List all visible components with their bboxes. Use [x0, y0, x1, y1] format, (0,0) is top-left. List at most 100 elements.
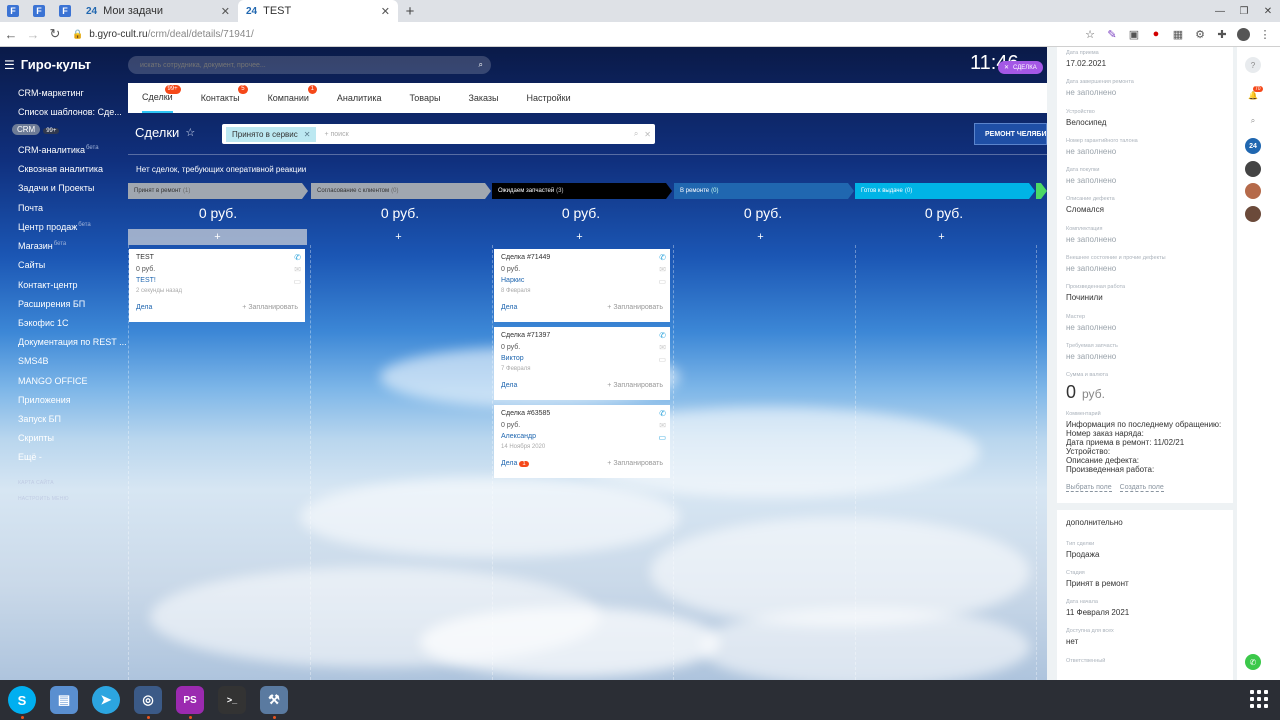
- filter-tag[interactable]: Принято в сервис ✕: [226, 126, 317, 142]
- phone-icon[interactable]: ✆: [1245, 654, 1261, 670]
- field[interactable]: Дата завершения ремонта не заполнено: [1066, 79, 1134, 97]
- plan-link[interactable]: + Запланировать: [607, 382, 663, 389]
- pinned-tab[interactable]: F: [26, 0, 52, 22]
- clear-icon[interactable]: ✕: [644, 130, 651, 139]
- deal-title[interactable]: Сделка #63585: [501, 410, 663, 417]
- deal-card[interactable]: ✆ ✉ ▭ Сделка #71397 0 руб. Виктор 7 Февр…: [494, 327, 670, 400]
- deal-card[interactable]: ✆ ✉ ▭ TEST 0 руб. TEST! 2 секунды назад …: [129, 249, 305, 322]
- amount-value[interactable]: 0 руб.: [1066, 382, 1105, 403]
- add-deal-button[interactable]: +: [671, 229, 850, 245]
- menu-item[interactable]: Расширения БП: [18, 299, 85, 309]
- menu-item[interactable]: Ещё -: [18, 452, 42, 462]
- terminal-icon[interactable]: >_: [218, 686, 246, 714]
- select-field-link[interactable]: Выбрать поле: [1066, 484, 1112, 492]
- deal-title[interactable]: Сделка #71397: [501, 332, 663, 339]
- deal-chip[interactable]: ✕ СДЕЛКА: [998, 61, 1043, 74]
- phone-icon[interactable]: ✆: [659, 331, 666, 340]
- menu-item[interactable]: Запуск БП: [18, 414, 61, 424]
- tab-settings[interactable]: Настройки: [527, 83, 571, 113]
- search-input[interactable]: [140, 61, 479, 69]
- search-icon[interactable]: ⌕: [634, 129, 638, 139]
- tab-products[interactable]: Товары: [409, 83, 440, 113]
- deal-contact[interactable]: Виктор: [501, 355, 663, 362]
- menu-item[interactable]: CRM-маркетинг: [18, 88, 84, 98]
- field[interactable]: Стадия Принят в ремонт: [1066, 570, 1129, 588]
- chat-icon[interactable]: ▭: [658, 277, 666, 286]
- sitemap-link[interactable]: КАРТА САЙТА: [18, 480, 54, 486]
- menu-item[interactable]: Контакт-центр: [18, 280, 78, 290]
- menu-item[interactable]: Сайты: [18, 260, 45, 270]
- deal-card[interactable]: ✆ ✉ ▭ Сделка #71449 0 руб. Наркис 8 Февр…: [494, 249, 670, 322]
- create-field-link[interactable]: Создать поле: [1119, 484, 1164, 492]
- files-icon[interactable]: ▤: [50, 686, 78, 714]
- menu-item[interactable]: Приложения: [18, 395, 71, 405]
- adblock-icon[interactable]: ●: [1149, 27, 1163, 41]
- back-icon[interactable]: ←: [0, 27, 22, 42]
- chat-icon[interactable]: ▭: [658, 433, 666, 442]
- deal-title[interactable]: TEST: [136, 254, 298, 261]
- app-grid-icon[interactable]: [1250, 690, 1268, 708]
- screenshot-icon[interactable]: ▦: [1171, 27, 1185, 41]
- repair-category-button[interactable]: РЕМОНТ ЧЕЛЯБИНСК: [974, 123, 1047, 145]
- deal-title[interactable]: Сделка #71449: [501, 254, 663, 261]
- field[interactable]: Тип сделки Продажа: [1066, 541, 1099, 559]
- pen-extension-icon[interactable]: ✎: [1105, 27, 1119, 41]
- help-icon[interactable]: ?: [1245, 57, 1261, 73]
- extension-icon[interactable]: ▣: [1127, 27, 1141, 41]
- plan-link[interactable]: + Запланировать: [607, 460, 663, 467]
- new-tab-icon[interactable]: +: [398, 0, 422, 22]
- add-deal-button[interactable]: +: [309, 229, 488, 245]
- tab-deals[interactable]: Сделки 99+: [142, 83, 181, 113]
- add-deal-button[interactable]: +: [128, 229, 307, 245]
- remove-filter-icon[interactable]: ✕: [304, 130, 311, 139]
- add-deal-button[interactable]: +: [490, 229, 669, 245]
- star-icon[interactable]: ☆: [185, 126, 195, 139]
- chat-icon[interactable]: ▭: [658, 355, 666, 364]
- stage-header[interactable]: В ремонте (0): [674, 183, 854, 199]
- add-deal-button[interactable]: +: [852, 229, 1031, 245]
- settings-extension-icon[interactable]: ⚙: [1193, 27, 1207, 41]
- menu-item[interactable]: Скрипты: [18, 433, 54, 443]
- field[interactable]: Комплектация не заполнено: [1066, 226, 1116, 244]
- activities-link[interactable]: Дела: [136, 304, 152, 311]
- search-icon[interactable]: ⌕: [479, 60, 483, 70]
- stage-header[interactable]: Ожидаем запчастей (3): [492, 183, 672, 199]
- close-icon[interactable]: ✕: [381, 5, 390, 18]
- plan-link[interactable]: + Запланировать: [607, 304, 663, 311]
- bitrix24-icon[interactable]: 24: [1245, 138, 1261, 154]
- chat-icon[interactable]: ▭: [293, 277, 301, 286]
- menu-dots-icon[interactable]: ⋮: [1258, 27, 1272, 41]
- avatar[interactable]: [1245, 183, 1261, 199]
- menu-item[interactable]: Задачи и Проекты: [18, 183, 94, 193]
- field[interactable]: Доступна для всех нет: [1066, 628, 1114, 646]
- forward-icon[interactable]: →: [22, 27, 44, 42]
- mail-icon[interactable]: ✉: [659, 343, 666, 352]
- stage-header[interactable]: Готов к выдаче (0): [855, 183, 1035, 199]
- close-window-icon[interactable]: ✕: [1256, 0, 1280, 22]
- menu-item[interactable]: Бэкофис 1С: [18, 318, 68, 328]
- browser-tab-active[interactable]: 24 TEST ✕: [238, 0, 398, 22]
- settings-tool-icon[interactable]: ⚒: [260, 686, 288, 719]
- filter-box[interactable]: Принято в сервис ✕ + поиск ⌕ ✕: [222, 124, 655, 144]
- field[interactable]: Требуемая запчасть не заполнено: [1066, 343, 1118, 361]
- phone-icon[interactable]: ✆: [659, 409, 666, 418]
- activities-link[interactable]: Дела: [501, 382, 517, 389]
- mail-icon[interactable]: ✉: [659, 421, 666, 430]
- pinned-tab[interactable]: F: [52, 0, 78, 22]
- field[interactable]: Устройство Велосипед: [1066, 109, 1106, 127]
- deal-contact[interactable]: TEST!: [136, 277, 298, 284]
- plan-link[interactable]: + Запланировать: [242, 304, 298, 311]
- reload-icon[interactable]: ↻: [44, 26, 66, 42]
- deal-contact[interactable]: Наркис: [501, 277, 663, 284]
- brand-name[interactable]: Гиро-культ: [21, 57, 91, 72]
- field[interactable]: Произведенная работа Починили: [1066, 284, 1125, 302]
- field[interactable]: Ответственный: [1066, 658, 1105, 664]
- menu-item[interactable]: SMS4B: [18, 356, 49, 366]
- avatar[interactable]: [1245, 161, 1261, 177]
- tab-analytics[interactable]: Аналитика: [337, 83, 382, 113]
- field[interactable]: Номер гарантийного талона не заполнено: [1066, 138, 1138, 156]
- tab-contacts[interactable]: Контакты 5: [201, 83, 248, 113]
- phpstorm-icon[interactable]: PS: [176, 686, 204, 719]
- burger-menu-icon[interactable]: ☰: [4, 58, 15, 72]
- deal-contact[interactable]: Александр: [501, 433, 663, 440]
